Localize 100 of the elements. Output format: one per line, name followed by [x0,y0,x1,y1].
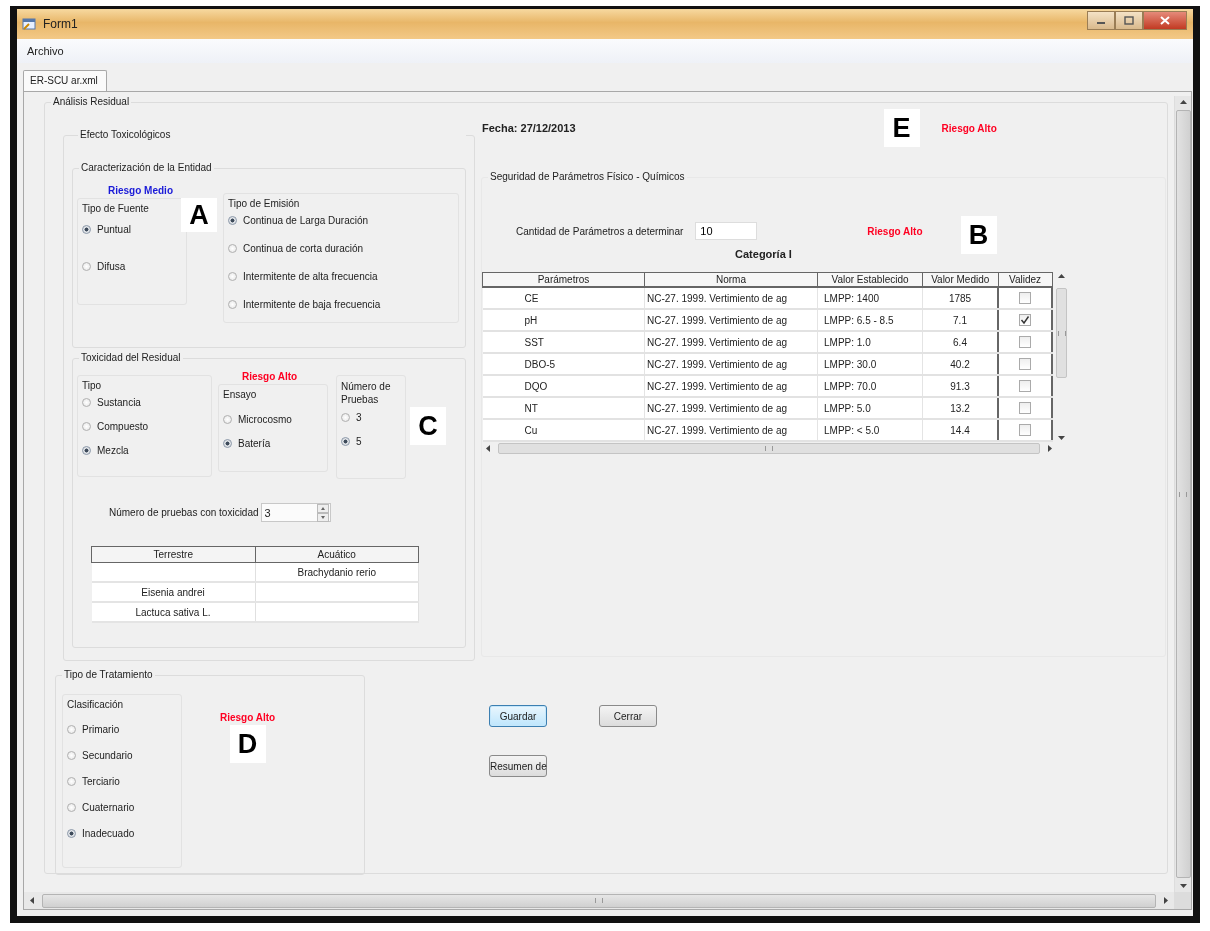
number-spinner[interactable]: 3 [260,503,331,522]
risk-label: Riesgo Alto [220,712,276,723]
table-cell: DQO [482,375,645,397]
table-cell: SST [482,331,645,353]
radio-button[interactable] [82,262,91,271]
button[interactable]: Guardar [489,705,547,727]
option-label[interactable]: Cuaternario [82,802,135,813]
column-header[interactable]: Validez [998,272,1052,287]
minimize-button[interactable] [1087,11,1115,30]
scroll-left-arrow-icon[interactable] [30,897,34,904]
option-label[interactable]: Inadecuado [82,828,135,839]
scroll-up-arrow-icon[interactable] [1058,274,1065,278]
count-field[interactable]: 10 [695,222,758,240]
checkbox[interactable] [1019,336,1031,349]
radio-button[interactable] [341,437,350,446]
menu-item[interactable]: Archivo [23,43,68,59]
checkbox[interactable] [1019,402,1031,415]
vertical-scrollbar[interactable] [1055,272,1068,442]
marker-letter: C [410,407,446,445]
option-label[interactable]: Continua de corta duración [243,243,364,254]
checkbox[interactable] [1019,292,1031,305]
button[interactable]: Resumen de [489,755,547,777]
table-cell: NC-27. 1999. Vertimiento de ag [644,375,818,397]
table-cell: NC-27. 1999. Vertimiento de ag [644,397,818,419]
radio-button[interactable] [228,244,237,253]
column-header[interactable]: Valor Medido [922,272,998,287]
option-label[interactable]: Primario [82,724,120,735]
option-label[interactable]: Mezcla [97,445,129,456]
option-label[interactable]: Intermitente de baja frecuencia [243,299,381,310]
radio-button[interactable] [228,300,237,309]
marker-letter: A [181,198,217,232]
risk-label: Riesgo Alto [941,122,997,134]
group-title: Clasificación [67,699,125,710]
table-cell: NC-27. 1999. Vertimiento de ag [644,331,818,353]
option-label[interactable]: Sustancia [97,397,141,408]
marker-letter: E [883,109,920,147]
radio-button[interactable] [82,398,91,407]
table-cell: NT [482,397,645,419]
option-label[interactable]: Difusa [97,261,126,272]
spin-arrows-icon[interactable] [316,503,329,522]
radio-button[interactable] [67,751,76,760]
column-header[interactable]: Norma [644,272,818,287]
close-button[interactable] [1143,11,1187,30]
scroll-down-arrow-icon[interactable] [1058,436,1065,440]
option-label[interactable]: Secundario [82,750,133,761]
column-header[interactable]: Parámetros [482,272,645,287]
scroll-right-arrow-icon[interactable] [1164,897,1168,904]
table-cell: NC-27. 1999. Vertimiento de ag [644,419,818,441]
checkbox[interactable] [1019,314,1031,327]
option-label[interactable]: 5 [356,436,362,447]
marker-letter: D [229,725,266,763]
checkbox[interactable] [1019,380,1031,393]
radio-button[interactable] [82,422,91,431]
checkbox[interactable] [1019,424,1031,437]
group-title: Tipo [82,380,103,391]
option-label[interactable]: Terciario [82,776,120,787]
radio-button[interactable] [228,272,237,281]
option-label[interactable]: Microcosmo [238,414,292,425]
button[interactable]: Cerrar [599,705,657,727]
scroll-up-arrow-icon[interactable] [1179,100,1187,104]
group-title: Tipo de Fuente [82,203,150,214]
table-cell: NC-27. 1999. Vertimiento de ag [644,353,818,375]
table-cell: Cu [482,419,645,441]
option-label[interactable]: Puntual [97,224,131,235]
option-label[interactable]: Compuesto [97,421,149,432]
scroll-right-arrow-icon[interactable] [1048,444,1052,452]
window-title: Form1 [43,17,78,31]
group-title: Tipo de Emisión [228,198,301,209]
maximize-button[interactable] [1115,11,1143,30]
radio-button[interactable] [82,225,91,234]
table-cell: pH [482,309,645,331]
radio-button[interactable] [67,777,76,786]
option-label[interactable]: 3 [356,412,362,423]
group-title: Tipo de Tratamiento [62,669,155,680]
radio-button[interactable] [67,829,76,838]
checkbox[interactable] [1019,358,1031,371]
radio-button[interactable] [223,415,232,424]
risk-label: Riesgo Alto [867,225,923,237]
scroll-left-arrow-icon[interactable] [486,444,490,452]
group-title: Caracterización de la Entidad [79,162,214,173]
table-cell: Lactuca sativa L. [91,602,255,622]
scrollbar-thumb[interactable] [1056,288,1067,378]
radio-button[interactable] [228,216,237,225]
tab[interactable]: ER-SCU ar.xml [23,70,107,92]
radio-button[interactable] [223,439,232,448]
column-header[interactable]: Acuático [255,546,419,563]
maximize-icon [1124,16,1134,25]
radio-button[interactable] [82,446,91,455]
radio-button[interactable] [67,803,76,812]
option-label[interactable]: Continua de Larga Duración [243,215,369,226]
column-header[interactable]: Valor Establecido [817,272,923,287]
radio-button[interactable] [341,413,350,422]
table-cell: DBO-5 [482,353,645,375]
option-label[interactable]: Batería [238,438,271,449]
scroll-down-arrow-icon[interactable] [1179,884,1187,888]
option-label[interactable]: Intermitente de alta frecuencia [243,271,378,282]
table-cell: NC-27. 1999. Vertimiento de ag [644,309,818,331]
radio-button[interactable] [67,725,76,734]
column-header[interactable]: Terrestre [91,546,255,563]
table-cell: Eisenia andrei [91,582,255,602]
